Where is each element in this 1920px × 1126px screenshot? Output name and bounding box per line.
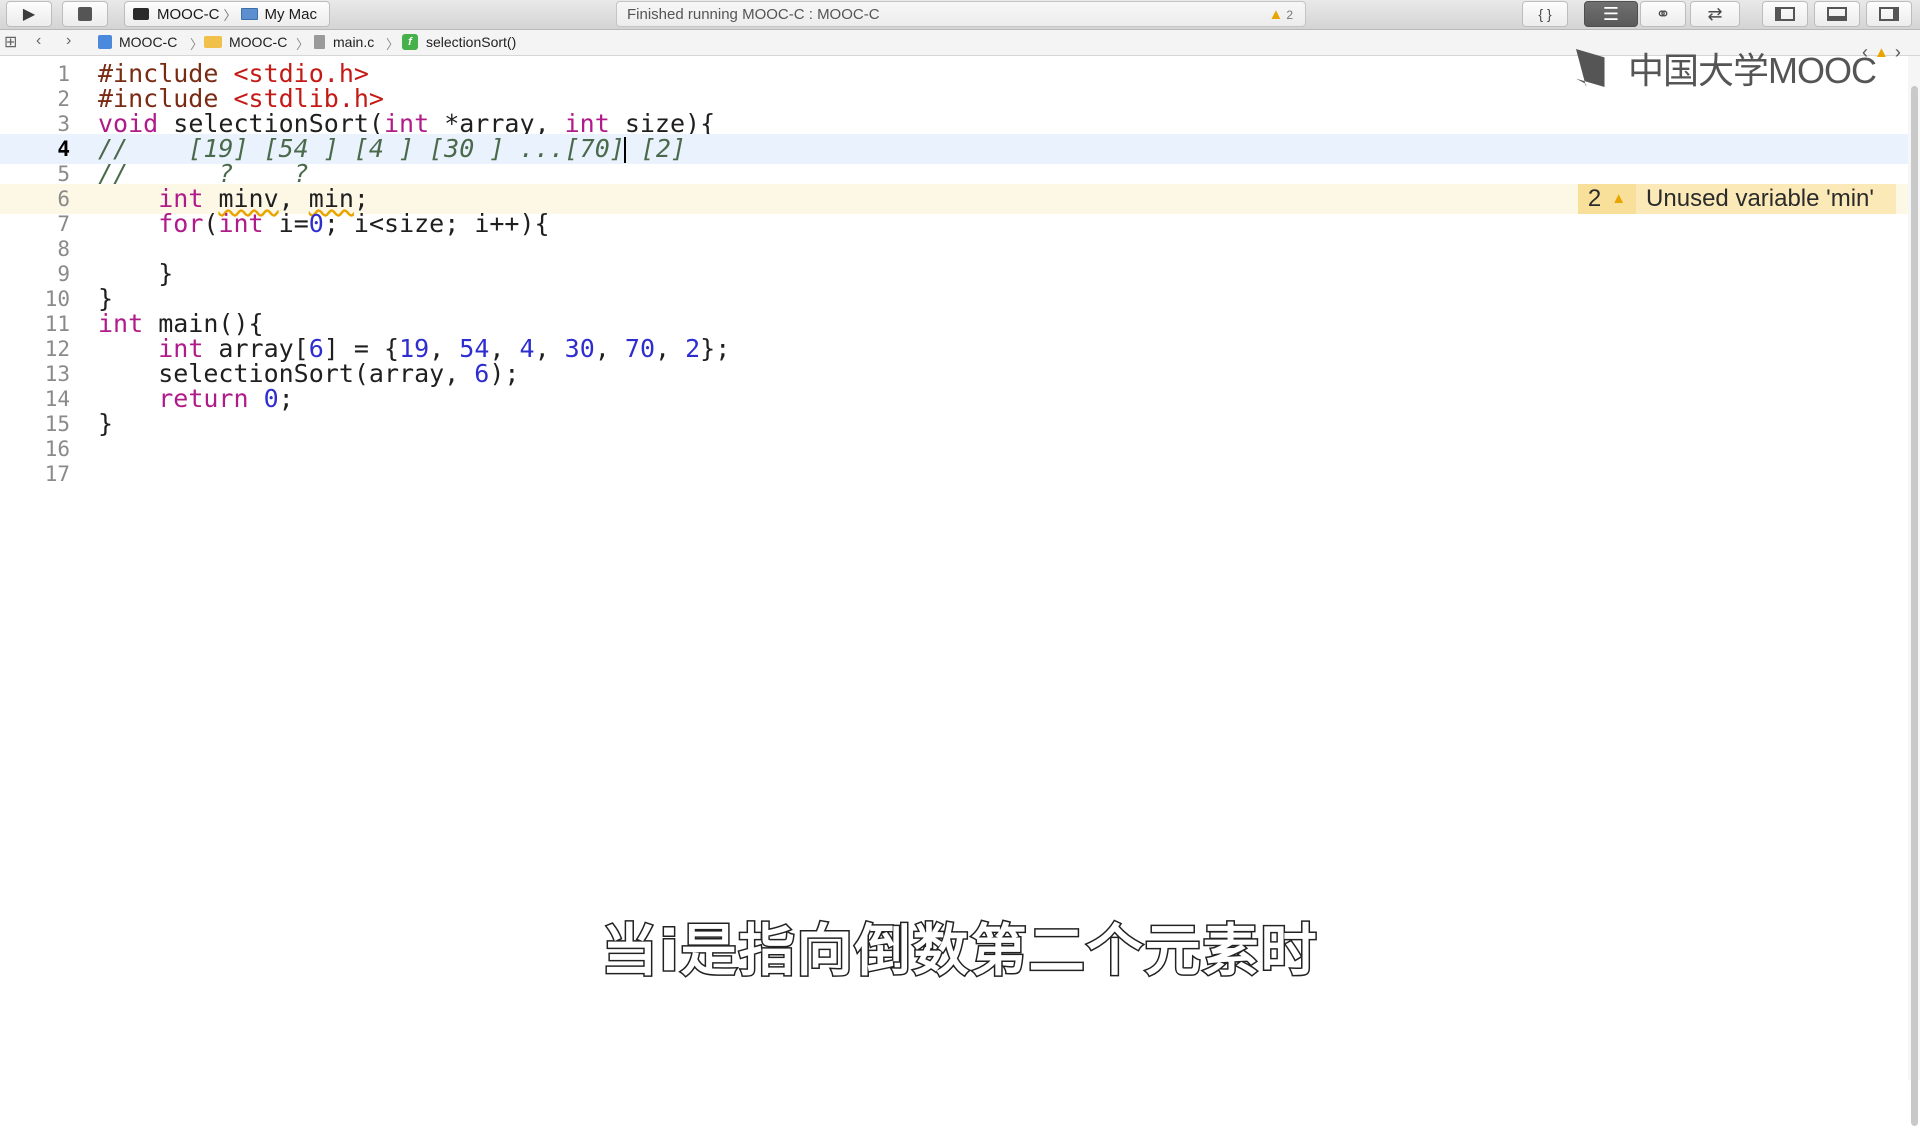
run-button[interactable]: ▶ (6, 1, 52, 27)
watermark-text: 中国大学MOOC (1628, 50, 1877, 91)
breadcrumb-folder[interactable]: MOOC-C (204, 34, 287, 50)
breadcrumb-function[interactable]: f selectionSort() (402, 34, 516, 50)
project-icon (98, 35, 112, 49)
warning-icon: ▲ (1268, 6, 1284, 23)
breadcrumb-file-label: main.c (333, 34, 375, 50)
stop-icon (78, 7, 92, 21)
activity-warning-count: 2 (1286, 7, 1293, 22)
terminal-icon (133, 8, 149, 20)
chevron-right-icon: 〉 (190, 37, 204, 52)
scheme-name: MOOC-C (157, 5, 220, 23)
folder-icon (204, 36, 222, 48)
related-items-icon[interactable]: ⊞ (4, 32, 17, 52)
video-subtitle: 当i是指向倒数第二个元素时 (600, 918, 1319, 986)
chevron-right-icon: 〉 (386, 37, 400, 52)
code-line[interactable]: 17 (0, 459, 1908, 489)
mac-icon (240, 8, 258, 20)
standard-editor-icon: ☰ (1602, 3, 1620, 24)
navigator-toggle-icon (1775, 7, 1795, 21)
assistant-editor-button[interactable]: ⚭ (1640, 1, 1686, 27)
destination-name: My Mac (264, 5, 318, 23)
version-editor-icon: ⇄ (1707, 3, 1723, 24)
breadcrumb-project-label: MOOC-C (119, 34, 178, 50)
warning-icon: ▲ (1874, 44, 1889, 61)
line-number[interactable]: 17 (0, 459, 70, 489)
utilities-toggle-button[interactable] (1866, 1, 1912, 27)
mooc-watermark: 中国大学MOOC (1576, 46, 1877, 91)
braces-icon: { } (1538, 6, 1552, 22)
chevron-right-icon: 〉 (296, 37, 310, 52)
function-icon: f (402, 34, 418, 50)
breadcrumb-function-label: selectionSort() (426, 34, 517, 50)
run-icon: ▶ (22, 6, 36, 23)
debug-area-toggle-button[interactable] (1814, 1, 1860, 27)
toolbar: ▶ MOOC-C 〉 My Mac Finished running MOOC-… (0, 0, 1920, 30)
chevron-right-icon: 〉 (223, 7, 237, 23)
activity-warning-badge[interactable]: ▲ 2 (1268, 6, 1293, 23)
c-file-icon (314, 35, 325, 49)
version-editor-button[interactable]: ⇄ (1690, 1, 1740, 27)
breadcrumb-folder-label: MOOC-C (229, 34, 288, 50)
code-snippet-button[interactable]: { } (1522, 1, 1568, 27)
breadcrumb-file[interactable]: main.c (314, 34, 374, 50)
activity-status: Finished running MOOC-C : MOOC-C (627, 5, 880, 23)
mooc-logo-icon (1576, 49, 1605, 87)
debug-area-toggle-icon (1827, 7, 1847, 21)
scheme-selector[interactable]: MOOC-C 〉 My Mac (124, 1, 330, 27)
stop-button[interactable] (62, 1, 108, 27)
next-issue-icon[interactable]: › (1895, 42, 1901, 63)
navigator-toggle-button[interactable] (1762, 1, 1808, 27)
assistant-editor-icon: ⚭ (1655, 3, 1671, 24)
breadcrumb-project[interactable]: MOOC-C (98, 34, 177, 50)
activity-viewer: Finished running MOOC-C : MOOC-C ▲ 2 (616, 1, 1306, 27)
standard-editor-button[interactable]: ☰ (1584, 1, 1638, 27)
issue-navigator-mini: ‹ ▲ › (1862, 42, 1901, 63)
forward-icon[interactable]: › (66, 32, 71, 50)
previous-issue-icon[interactable]: ‹ (1862, 42, 1868, 63)
back-icon[interactable]: ‹ (36, 32, 41, 50)
utilities-toggle-icon (1879, 7, 1899, 21)
